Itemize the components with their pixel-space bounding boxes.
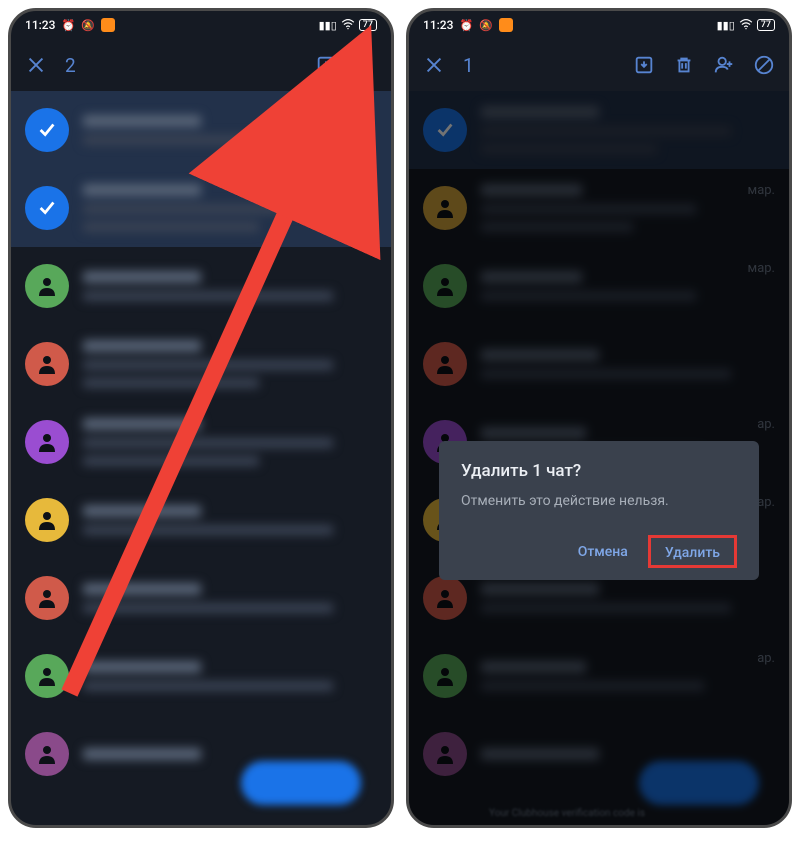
chat-preview-blurred [83, 583, 377, 613]
selection-count: 1 [463, 54, 474, 77]
chat-preview-blurred [83, 271, 377, 301]
alarm-off-icon: ⏰ [459, 19, 473, 32]
status-bar: 11:23 ⏰ 🔕 ▮▮▯ 77 [409, 11, 789, 39]
chat-list[interactable] [11, 91, 391, 825]
cancel-button[interactable]: Отмена [566, 536, 640, 568]
chat-preview-blurred [83, 661, 377, 691]
dnd-icon: 🔕 [479, 19, 493, 32]
phone-right: 11:23 ⏰ 🔕 ▮▮▯ 77 1 [406, 8, 792, 828]
chat-preview-blurred [83, 184, 377, 232]
close-icon[interactable] [25, 54, 47, 76]
chat-list[interactable]: мар. мар. ар. ар. ар. [409, 91, 789, 825]
chat-row[interactable] [11, 637, 391, 715]
status-bar: 11:23 ⏰ 🔕 ▮▮▯ 77 [11, 11, 391, 39]
trash-icon[interactable] [673, 54, 695, 76]
dialog-buttons: Отмена Удалить [461, 535, 737, 568]
chat-row[interactable] [11, 247, 391, 325]
avatar [25, 342, 69, 386]
status-right: ▮▮▯ 77 [319, 17, 377, 34]
add-person-icon[interactable] [713, 54, 735, 76]
chat-row-selected[interactable] [11, 91, 391, 169]
block-icon[interactable] [753, 54, 775, 76]
chat-row[interactable] [11, 403, 391, 481]
chat-preview-blurred [83, 340, 377, 388]
selection-action-bar: 2 [11, 39, 391, 91]
dnd-icon: 🔕 [81, 19, 95, 32]
check-icon [25, 186, 69, 230]
alarm-off-icon: ⏰ [61, 19, 75, 32]
avatar [25, 654, 69, 698]
dialog-title: Удалить 1 чат? [461, 461, 737, 481]
delete-dialog: Удалить 1 чат? Отменить это действие нел… [439, 441, 759, 580]
annotation-highlight: Удалить [648, 535, 737, 568]
chat-preview-blurred [83, 418, 377, 466]
battery-indicator: 77 [359, 19, 377, 31]
app-indicator-icon [101, 18, 115, 32]
selection-action-bar: 1 [409, 39, 789, 91]
trash-icon[interactable] [355, 54, 377, 76]
chat-row[interactable] [11, 481, 391, 559]
chat-preview-blurred [83, 748, 377, 760]
signal-icon: ▮▮▯ [319, 19, 337, 32]
avatar [25, 732, 69, 776]
archive-icon[interactable] [633, 54, 655, 76]
signal-icon: ▮▮▯ [717, 19, 735, 32]
status-left: 11:23 ⏰ 🔕 [423, 18, 513, 32]
wifi-icon [341, 17, 355, 34]
battery-indicator: 77 [757, 19, 775, 31]
chat-row[interactable] [11, 325, 391, 403]
chat-preview-blurred [83, 115, 377, 145]
close-icon[interactable] [423, 54, 445, 76]
archive-icon[interactable] [315, 54, 337, 76]
confirm-delete-button[interactable]: Удалить [659, 541, 726, 565]
dialog-message: Отменить это действие нельзя. [461, 493, 737, 509]
status-left: 11:23 ⏰ 🔕 [25, 18, 115, 32]
chat-preview-blurred [83, 505, 377, 535]
clock: 11:23 [25, 18, 55, 32]
chat-row-selected[interactable] [11, 169, 391, 247]
clock: 11:23 [423, 18, 453, 32]
avatar [25, 420, 69, 464]
check-icon [25, 108, 69, 152]
chat-row[interactable] [11, 559, 391, 637]
app-indicator-icon [499, 18, 513, 32]
avatar [25, 498, 69, 542]
status-right: ▮▮▯ 77 [717, 17, 775, 34]
avatar [25, 264, 69, 308]
wifi-icon [739, 17, 753, 34]
phone-left: 11:23 ⏰ 🔕 ▮▮▯ 77 2 [8, 8, 394, 828]
avatar [25, 576, 69, 620]
compose-fab[interactable] [241, 761, 361, 805]
selection-count: 2 [65, 54, 76, 77]
